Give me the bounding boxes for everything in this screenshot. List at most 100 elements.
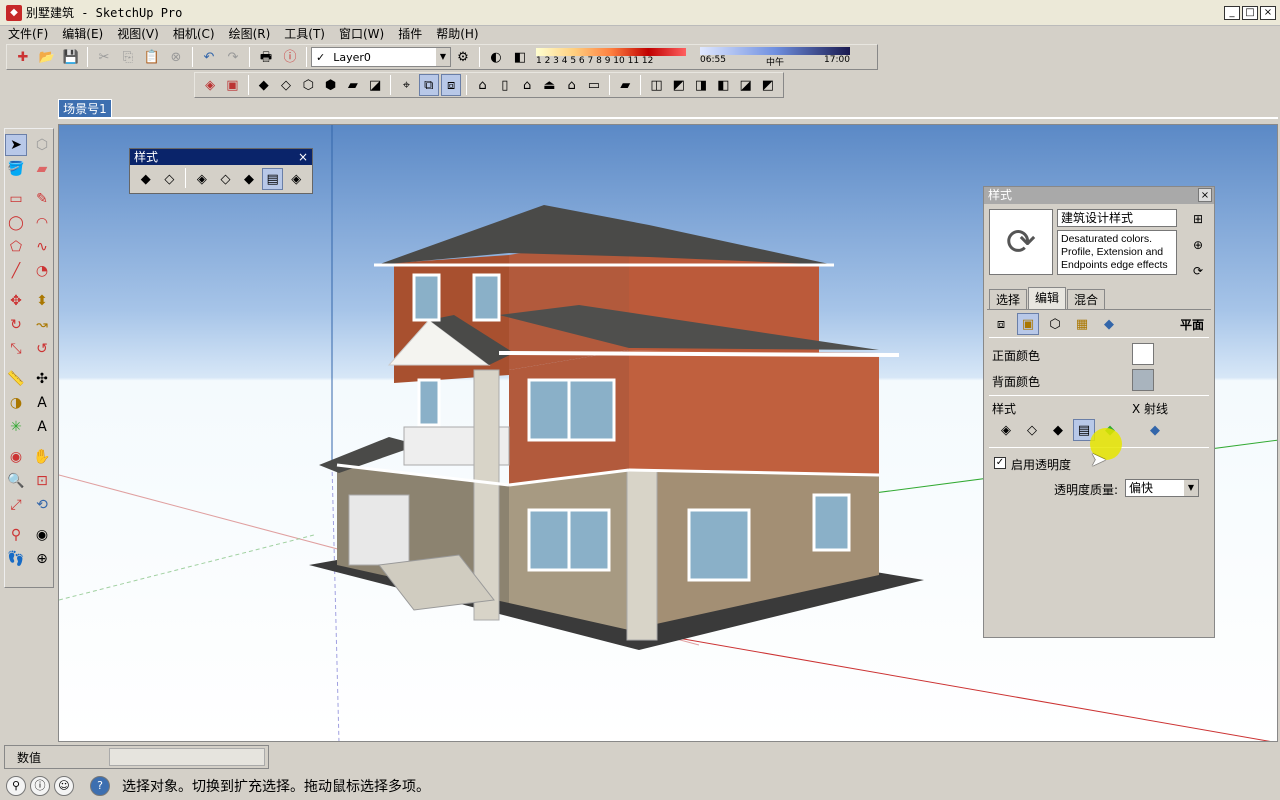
layer-select[interactable]: ✓ Layer0 ▼	[311, 47, 451, 67]
layer-manager-icon[interactable]: ⚙	[452, 46, 474, 68]
background-settings-icon[interactable]: ⬡	[1044, 313, 1066, 335]
shaded-style-icon[interactable]: ◆	[238, 168, 260, 190]
front-view-icon[interactable]: ⌂	[517, 74, 537, 96]
redo-icon[interactable]: ↷	[222, 46, 244, 68]
new-file-icon[interactable]: ✚	[12, 46, 34, 68]
menu-tools[interactable]: 工具(T)	[282, 26, 327, 42]
union-icon[interactable]: ◨	[691, 74, 711, 96]
face-settings-icon[interactable]: ▣	[1017, 313, 1039, 335]
shaded-textures-style-icon[interactable]: ▤	[261, 168, 284, 190]
monochrome-icon[interactable]: ◪	[365, 74, 385, 96]
offset-icon[interactable]: ↺	[31, 338, 53, 360]
menu-plugins[interactable]: 插件	[396, 26, 424, 42]
print-icon[interactable]: 🖶	[255, 46, 277, 68]
shadow-settings-icon[interactable]: ◐	[485, 46, 507, 68]
3d-text-icon[interactable]: A	[31, 416, 53, 438]
text-icon[interactable]: A	[31, 392, 53, 414]
tab-scene-1[interactable]: 场景号1	[58, 99, 112, 117]
move-icon[interactable]: ✥	[5, 290, 27, 312]
paste-icon[interactable]: 📋	[141, 46, 163, 68]
component-icon[interactable]: ▰	[615, 74, 635, 96]
look-around-icon[interactable]: ◉	[31, 524, 53, 546]
circle-icon[interactable]: ◯	[5, 212, 27, 234]
minimize-button[interactable]: _	[1224, 6, 1240, 20]
left-view-icon[interactable]: ▭	[584, 74, 604, 96]
save-icon[interactable]: 💾	[60, 46, 82, 68]
section-display-icon[interactable]: ▣	[222, 74, 242, 96]
split-icon[interactable]: ◩	[758, 74, 778, 96]
line-icon[interactable]: ╱	[5, 260, 27, 282]
orbit-icon[interactable]: ◉	[5, 446, 27, 468]
previous-view-icon[interactable]: ⟲	[31, 494, 53, 516]
menu-help[interactable]: 帮助(H)	[434, 26, 480, 42]
measurements-input[interactable]	[109, 748, 265, 766]
walk-icon[interactable]: 👣	[5, 548, 27, 570]
face-hidden-line-icon[interactable]: ◇	[1021, 419, 1043, 441]
hidden-line-icon[interactable]: ⬡	[298, 74, 318, 96]
erase-icon[interactable]: ⊗	[165, 46, 187, 68]
hidden-line-style-icon[interactable]: ◇	[215, 168, 237, 190]
menu-file[interactable]: 文件(F)	[6, 26, 50, 42]
section-plane-tool-icon[interactable]: ⊕	[31, 548, 53, 570]
dimension-icon[interactable]: ✣	[31, 368, 53, 390]
paint-bucket-icon[interactable]: 🪣	[5, 158, 27, 180]
iso-icon[interactable]: ⌂	[472, 74, 492, 96]
outer-shell-icon[interactable]: ◫	[646, 74, 666, 96]
rectangle-icon[interactable]: ▭	[5, 188, 27, 210]
protractor-icon[interactable]: ◑	[5, 392, 27, 414]
modeling-settings-icon[interactable]: ◆	[1098, 313, 1120, 335]
select-icon[interactable]: ➤	[5, 134, 27, 156]
style-thumbnail[interactable]: ⟳	[989, 209, 1053, 275]
menu-window[interactable]: 窗口(W)	[337, 26, 386, 42]
back-color-swatch[interactable]	[1132, 369, 1154, 391]
back-edges-icon[interactable]: ◇	[159, 168, 181, 190]
style-name-input[interactable]: 建筑设计样式	[1057, 209, 1177, 227]
menu-edit[interactable]: 编辑(E)	[60, 26, 105, 42]
transparency-quality-select[interactable]: 偏快 ▼	[1125, 479, 1199, 497]
push-pull-icon[interactable]: ⬍	[31, 290, 53, 312]
menu-view[interactable]: 视图(V)	[115, 26, 161, 42]
intersect-icon[interactable]: ◩	[669, 74, 689, 96]
xray-style-icon[interactable]: ◆	[135, 168, 157, 190]
close-button[interactable]: ×	[1260, 6, 1276, 20]
face-xray-icon[interactable]: ◆	[1144, 419, 1166, 441]
polygon-icon[interactable]: ⬠	[5, 236, 27, 258]
position-camera-icon[interactable]: ⚲	[5, 524, 27, 546]
perspective-icon[interactable]: ⌖	[396, 74, 416, 96]
face-wireframe-icon[interactable]: ◈	[995, 419, 1017, 441]
pencil-icon[interactable]: ✎	[31, 188, 53, 210]
credits-icon[interactable]: ⓘ	[30, 776, 50, 796]
make-component-icon[interactable]: ⬡	[31, 134, 53, 156]
zoom-icon[interactable]: 🔍	[5, 470, 27, 492]
create-style-icon[interactable]: ⊞	[1188, 209, 1208, 229]
wireframe-icon[interactable]: ◇	[276, 74, 296, 96]
trim-icon[interactable]: ◪	[736, 74, 756, 96]
zoom-extents-icon[interactable]: ⤢	[5, 494, 27, 516]
tab-edit[interactable]: 编辑	[1028, 287, 1067, 309]
front-color-swatch[interactable]	[1132, 343, 1154, 365]
shadow-toggle-icon[interactable]: ◧	[509, 46, 531, 68]
xray-icon[interactable]: ◆	[254, 74, 274, 96]
shadow-month-slider[interactable]: 1 2 3 4 5 6 7 8 9 10 11 12	[536, 48, 686, 66]
freehand-icon[interactable]: ∿	[31, 236, 53, 258]
user-icon[interactable]: ☺	[54, 776, 74, 796]
menu-draw[interactable]: 绘图(R)	[227, 26, 273, 42]
style-description-input[interactable]: Desaturated colors. Profile, Extension a…	[1057, 230, 1177, 275]
watermark-settings-icon[interactable]: ▦	[1071, 313, 1093, 335]
face-shaded-icon[interactable]: ◆	[1047, 419, 1069, 441]
close-icon[interactable]: ×	[1198, 188, 1212, 202]
right-view-icon[interactable]: ⏏	[539, 74, 559, 96]
pan-icon[interactable]: ✋	[31, 446, 53, 468]
shadow-time-slider[interactable]: 06:55 中午 17:00	[700, 46, 850, 68]
axes-icon[interactable]: ✳	[5, 416, 27, 438]
copy-icon[interactable]: ⎘	[117, 46, 139, 68]
section-plane-icon[interactable]: ◈	[200, 74, 220, 96]
undo-icon[interactable]: ↶	[198, 46, 220, 68]
geo-location-icon[interactable]: ⚲	[6, 776, 26, 796]
back-view-icon[interactable]: ⌂	[562, 74, 582, 96]
shaded-icon[interactable]: ⬢	[320, 74, 340, 96]
iso-view-icon[interactable]: ⧉	[418, 74, 439, 96]
arc-icon[interactable]: ◠	[31, 212, 53, 234]
rotate-icon[interactable]: ↻	[5, 314, 27, 336]
close-icon[interactable]: ×	[298, 149, 308, 165]
